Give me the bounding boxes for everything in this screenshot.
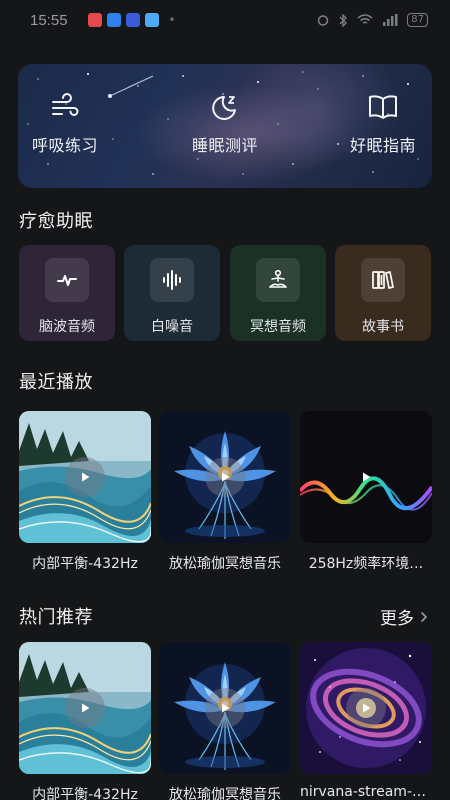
tile-icon-box xyxy=(256,258,300,302)
card-title: nirvana-stream-20… xyxy=(300,784,432,800)
alarm-icon xyxy=(318,15,329,26)
play-icon xyxy=(363,472,371,482)
play-button[interactable] xyxy=(65,457,105,497)
play-icon xyxy=(222,472,230,482)
card-title: 放松瑜伽冥想音乐 xyxy=(169,787,281,800)
sound-bars-icon xyxy=(163,270,181,290)
breathing-exercise-button[interactable]: 呼吸练习 xyxy=(18,92,120,156)
cosmic-galaxy-thumbnail xyxy=(300,642,432,774)
meditation-audio-tile[interactable]: 冥想音频 xyxy=(230,245,326,341)
open-book-icon xyxy=(369,95,397,119)
play-button[interactable] xyxy=(65,688,105,728)
recent-section-title: 最近播放 xyxy=(19,372,93,393)
card-title: 放松瑜伽冥想音乐 xyxy=(169,556,281,572)
hero-item-label: 睡眠测评 xyxy=(191,136,258,155)
notification-icons xyxy=(87,13,159,27)
hot-card-galaxy[interactable]: nirvana-stream-20… xyxy=(300,642,432,800)
recent-card-ocean[interactable]: 内部平衡-432Hz xyxy=(19,411,151,573)
healing-section-title: 疗愈助眠 xyxy=(19,211,93,232)
signal-icon xyxy=(383,14,398,26)
ocean-waves-thumbnail xyxy=(19,411,151,543)
brainwave-audio-tile[interactable]: 脑波音频 xyxy=(19,245,115,341)
sleep-assessment-button[interactable]: 睡眠测评 xyxy=(170,92,280,156)
hot-card-lotus[interactable]: 放松瑜伽冥想音乐 xyxy=(159,642,291,800)
books-icon xyxy=(372,271,394,289)
tile-label: 冥想音频 xyxy=(250,319,306,335)
card-title: 内部平衡-432Hz xyxy=(32,556,138,572)
play-button[interactable] xyxy=(205,457,245,497)
pulse-wave-icon xyxy=(57,275,77,286)
status-indicators: 87 xyxy=(317,13,428,27)
play-button[interactable] xyxy=(346,688,386,728)
recent-card-soundwave[interactable]: 258Hz频率环境… xyxy=(300,411,432,573)
glowing-lotus-thumbnail xyxy=(159,642,291,774)
more-label: 更多 xyxy=(380,609,414,629)
rainbow-soundwave-thumbnail xyxy=(300,411,432,543)
tile-label: 白噪音 xyxy=(151,319,193,335)
sleep-tools-banner: 呼吸练习 睡眠测评 好眠指南 xyxy=(18,64,432,188)
moon-zzz-icon xyxy=(212,96,236,120)
glowing-lotus-thumbnail xyxy=(159,411,291,543)
chevron-right-icon xyxy=(421,611,428,622)
white-noise-tile[interactable]: 白噪音 xyxy=(124,245,220,341)
hot-card-ocean[interactable]: 内部平衡-432Hz xyxy=(19,642,151,800)
play-button[interactable] xyxy=(205,688,245,728)
wifi-icon xyxy=(357,14,373,24)
play-button[interactable] xyxy=(346,457,386,497)
status-bar: 15:55 • 87 xyxy=(0,0,450,40)
hot-section-title: 热门推荐 xyxy=(19,607,93,628)
play-icon xyxy=(82,703,90,713)
bluetooth-icon xyxy=(339,13,348,27)
sleep-guide-button[interactable]: 好眠指南 xyxy=(328,92,432,156)
hero-item-label: 好眠指南 xyxy=(349,136,416,155)
tile-icon-box xyxy=(361,258,405,302)
music-app-icon xyxy=(87,13,102,27)
tile-icon-box xyxy=(45,258,89,302)
more-notifications-icon: • xyxy=(168,13,176,27)
recent-card-lotus[interactable]: 放松瑜伽冥想音乐 xyxy=(159,411,291,573)
ocean-waves-thumbnail xyxy=(19,642,151,774)
more-link[interactable]: 更多 xyxy=(380,604,428,629)
status-time: 15:55 xyxy=(30,11,68,29)
hero-item-label: 呼吸练习 xyxy=(31,136,98,155)
card-title: 258Hz频率环境… xyxy=(308,556,424,572)
tile-label: 脑波音频 xyxy=(39,319,95,335)
meditation-icon xyxy=(269,269,287,288)
play-icon xyxy=(363,703,371,713)
shield-app-icon xyxy=(144,13,159,27)
storybook-tile[interactable]: 故事书 xyxy=(335,245,431,341)
tile-icon-box xyxy=(150,258,194,302)
card-title: 内部平衡-432Hz xyxy=(32,787,138,800)
battery-level: 87 xyxy=(407,13,428,27)
play-icon xyxy=(222,703,230,713)
game-app-icon xyxy=(125,13,140,27)
browser-app-icon xyxy=(106,13,121,27)
tile-label: 故事书 xyxy=(362,319,404,335)
play-icon xyxy=(82,472,90,482)
wind-icon xyxy=(52,93,79,116)
